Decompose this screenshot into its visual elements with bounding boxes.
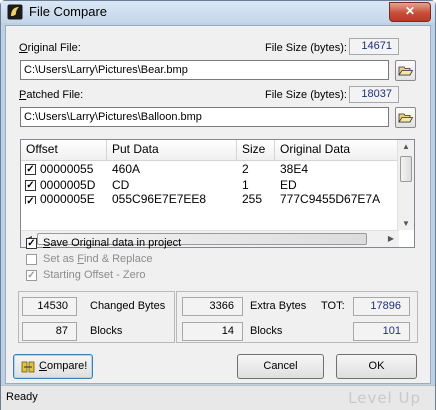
patched-size-label: File Size (bytes): — [265, 89, 347, 101]
status-bar: Ready Level Up — [1, 385, 435, 410]
row-size: 1 — [242, 178, 249, 192]
close-button[interactable]: ✕ — [389, 2, 431, 22]
checkbox-box[interactable]: ✓ — [26, 270, 37, 281]
changed-bytes-label: Changed Bytes — [90, 300, 166, 312]
set-find-replace-label: Set as Find & Replace — [43, 253, 153, 265]
blocks-right-label: Blocks — [250, 325, 283, 337]
row-offset: 00000055 — [40, 162, 94, 176]
browse-patched-button[interactable] — [395, 107, 416, 128]
patched-file-label: Patched File: — [19, 89, 84, 101]
row-put-data: 460A — [112, 162, 141, 176]
original-file-path-input[interactable]: C:\Users\Larry\Pictures\Bear.bmp — [20, 60, 389, 80]
row-original-data: 777C9455D67E7A — [280, 193, 381, 204]
open-folder-icon — [398, 113, 414, 123]
scroll-down-icon[interactable]: ▼ — [398, 219, 414, 228]
column-header-size[interactable]: Size — [237, 140, 275, 160]
original-file-label: Original File: — [19, 42, 81, 54]
row-put-data: CD — [112, 178, 130, 192]
original-size-value: 14671 — [349, 38, 399, 55]
browse-original-button[interactable] — [395, 60, 416, 81]
column-header-offset[interactable]: Offset — [21, 140, 107, 160]
row-offset: 0000005D — [40, 178, 96, 192]
open-folder-icon — [398, 66, 414, 76]
row-size: 255 — [242, 193, 263, 204]
status-text: Ready — [6, 391, 38, 403]
vertical-scroll-thumb[interactable] — [400, 156, 412, 182]
dialog-body: Original File: File Size (bytes): 14671 … — [5, 25, 431, 384]
changed-bytes-value: 14530 — [22, 297, 77, 316]
save-original-label: Save Original data in project — [43, 237, 182, 249]
extra-bytes-label: Extra Bytes — [250, 300, 307, 312]
list-header: Offset Put Data Size Original Data — [21, 140, 399, 161]
starting-offset-zero-label: Starting Offset - Zero — [43, 269, 146, 281]
blocks-left-label: Blocks — [90, 325, 123, 337]
blocks-right-value: 14 — [182, 322, 243, 341]
watermark: Level Up — [348, 389, 421, 407]
scroll-up-icon[interactable]: ▲ — [398, 142, 414, 151]
checkbox-box[interactable]: ✓ — [26, 238, 37, 249]
patched-file-path-input[interactable]: C:\Users\Larry\Pictures\Balloon.bmp — [20, 107, 389, 127]
file-compare-window: File Compare ✕ Original File: File Size … — [0, 0, 436, 410]
table-row[interactable]: ✓ 00000055 460A 2 38E4 — [21, 161, 399, 177]
title-bar[interactable]: File Compare ✕ — [1, 1, 435, 23]
blocks-left-value: 87 — [22, 322, 77, 341]
compare-icon — [21, 361, 35, 373]
row-offset: 0000005E — [40, 193, 95, 204]
total-bytes-value: 17896 — [353, 297, 410, 316]
differences-list[interactable]: Offset Put Data Size Original Data ✓ 000… — [20, 139, 415, 248]
scroll-right-icon[interactable]: ▶ — [383, 234, 399, 243]
column-header-original-data[interactable]: Original Data — [275, 140, 399, 160]
app-icon — [7, 4, 23, 20]
patched-size-value: 18037 — [349, 86, 399, 103]
total-blocks-value: 101 — [353, 322, 410, 341]
checkbox-box[interactable] — [26, 254, 37, 265]
compare-button[interactable]: Compare! — [13, 354, 93, 379]
original-size-label: File Size (bytes): — [265, 42, 347, 54]
row-original-data: ED — [280, 178, 297, 192]
row-size: 2 — [242, 162, 249, 176]
window-title: File Compare — [29, 4, 108, 19]
cancel-button[interactable]: Cancel — [237, 354, 324, 379]
table-row[interactable]: ✓ 0000005D CD 1 ED — [21, 177, 399, 193]
row-original-data: 38E4 — [280, 162, 309, 176]
total-label: TOT: — [321, 300, 345, 312]
row-put-data: 055C96E7E7EE8 — [112, 193, 207, 204]
vertical-scrollbar[interactable]: ▲ ▼ — [397, 140, 414, 230]
extra-bytes-value: 3366 — [182, 297, 243, 316]
table-row[interactable]: ✓ 0000005E 055C96E7E7EE8 255 777C9455D67… — [21, 193, 399, 204]
ok-button[interactable]: OK — [336, 354, 417, 379]
column-header-put-data[interactable]: Put Data — [107, 140, 237, 160]
